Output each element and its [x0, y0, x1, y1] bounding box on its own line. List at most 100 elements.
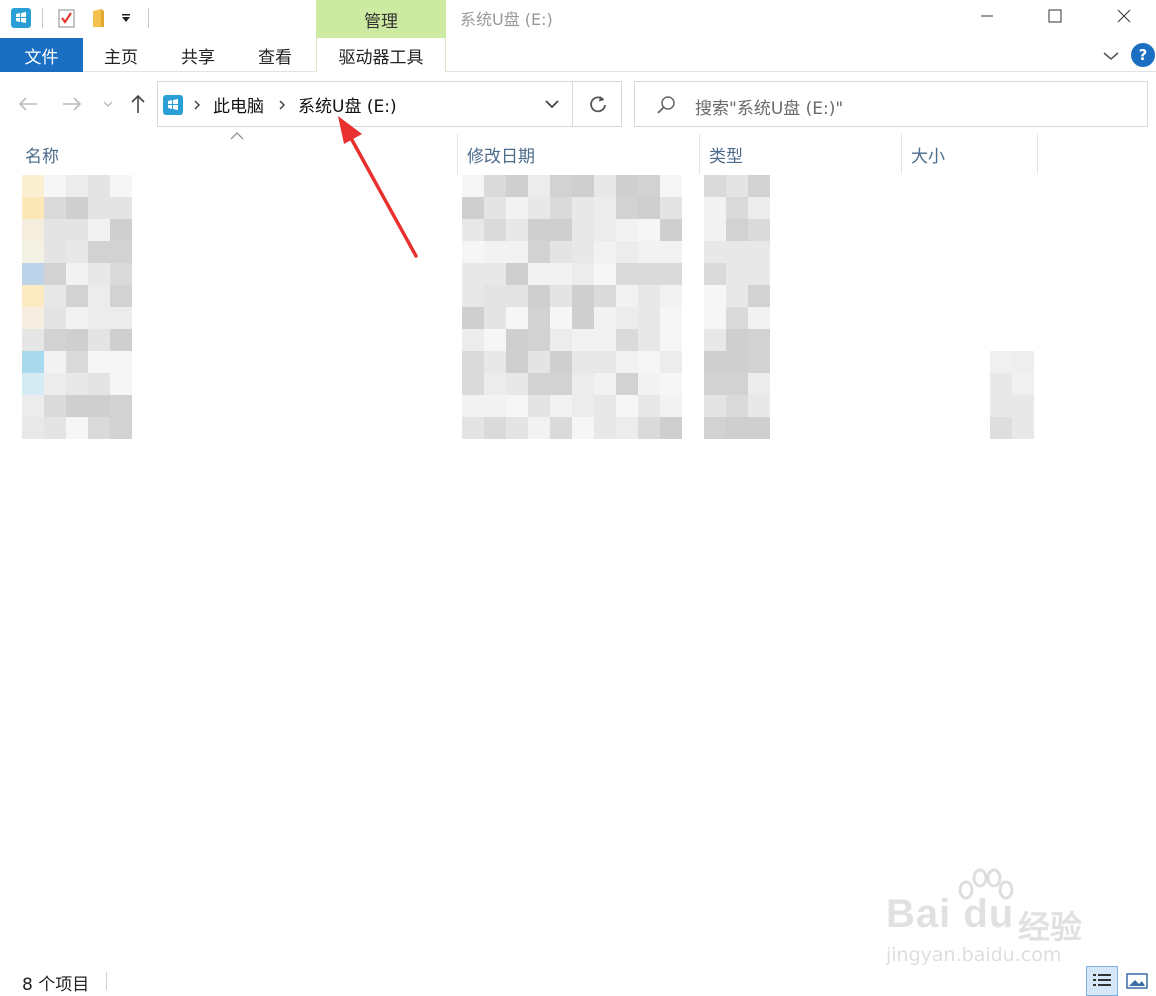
back-button[interactable] [10, 88, 46, 120]
column-divider[interactable] [1037, 134, 1038, 174]
tab-drive-tools[interactable]: 驱动器工具 [316, 38, 446, 72]
column-header-size[interactable]: 大小 [905, 134, 1037, 174]
properties-icon[interactable] [54, 4, 80, 32]
mosaic-cell [22, 417, 44, 439]
mosaic-cell [44, 219, 66, 241]
tab-home[interactable]: 主页 [86, 38, 156, 72]
mosaic-cell [550, 219, 572, 241]
large-icons-view-button[interactable] [1122, 966, 1152, 996]
tab-share[interactable]: 共享 [162, 38, 234, 72]
mosaic-cell [594, 175, 616, 197]
mosaic-cell [484, 197, 506, 219]
up-button[interactable] [122, 88, 154, 120]
mosaic-cell [748, 285, 770, 307]
mosaic-cell [528, 241, 550, 263]
watermark-product: 经验 [1018, 908, 1083, 946]
ribbon-tab-bar: 文件 主页 共享 查看 驱动器工具 ? [0, 38, 1156, 72]
mosaic-cell [110, 307, 132, 329]
breadcrumb-this-pc[interactable]: 此电脑 [213, 92, 264, 117]
details-view-button[interactable] [1086, 966, 1118, 996]
mosaic-cell [990, 351, 1012, 373]
breadcrumb-separator-icon[interactable] [193, 94, 201, 116]
column-divider[interactable] [699, 134, 700, 174]
expand-ribbon-button[interactable] [1098, 46, 1124, 66]
mosaic-cell [44, 175, 66, 197]
mosaic-cell [484, 373, 506, 395]
column-header-date-modified[interactable]: 修改日期 [461, 134, 699, 174]
mosaic-cell [22, 263, 44, 285]
mosaic-cell [88, 175, 110, 197]
search-input[interactable]: 搜索"系统U盘 (E:)" [634, 81, 1148, 127]
mosaic-cell [616, 219, 638, 241]
window-title: 系统U盘 (E:) [460, 10, 553, 29]
mosaic-cell [22, 351, 44, 373]
mosaic-cell [110, 373, 132, 395]
search-placeholder: 搜索"系统U盘 (E:)" [695, 99, 844, 119]
mosaic-cell [550, 417, 572, 439]
mosaic-cell [22, 373, 44, 395]
mosaic-cell [638, 351, 660, 373]
status-divider [106, 972, 107, 990]
manage-contextual-tab-header[interactable]: 管理 [316, 0, 446, 38]
recent-locations-icon [103, 101, 113, 107]
mosaic-cell [704, 241, 726, 263]
mosaic-cell [572, 241, 594, 263]
mosaic-cell [462, 373, 484, 395]
customize-toolbar-icon[interactable] [116, 4, 136, 32]
mosaic-cell [594, 417, 616, 439]
help-icon[interactable]: ? [1131, 43, 1155, 67]
column-divider[interactable] [457, 134, 458, 174]
minimize-button[interactable] [958, 0, 1016, 32]
mosaic-cell [638, 373, 660, 395]
mosaic-cell [506, 263, 528, 285]
mosaic-cell [484, 307, 506, 329]
maximize-button[interactable] [1026, 0, 1084, 32]
mosaic-cell [22, 329, 44, 351]
mosaic-cell [550, 263, 572, 285]
mosaic-cell [66, 417, 88, 439]
mosaic-cell [66, 395, 88, 417]
mosaic-cell [550, 197, 572, 219]
mosaic-cell [110, 175, 132, 197]
mosaic-cell [704, 307, 726, 329]
refresh-button[interactable] [573, 82, 622, 126]
mosaic-cell [88, 307, 110, 329]
mosaic-cell [726, 373, 748, 395]
column-divider[interactable] [901, 134, 902, 174]
tab-view[interactable]: 查看 [240, 38, 310, 72]
mosaic-cell [506, 417, 528, 439]
chevron-down-icon [1103, 52, 1119, 60]
mosaic-cell [22, 285, 44, 307]
tab-file[interactable]: 文件 [0, 38, 83, 72]
address-history-dropdown[interactable] [534, 82, 570, 126]
mosaic-cell [44, 285, 66, 307]
mosaic-cell [638, 241, 660, 263]
mosaic-cell [44, 373, 66, 395]
file-list[interactable] [0, 175, 1156, 445]
mosaic-cell [550, 351, 572, 373]
mosaic-cell [748, 175, 770, 197]
close-button[interactable] [1095, 0, 1153, 32]
mosaic-cell [550, 373, 572, 395]
mosaic-cell [44, 329, 66, 351]
mosaic-cell [22, 175, 44, 197]
mosaic-cell [726, 241, 748, 263]
mosaic-cell [638, 197, 660, 219]
mosaic-cell [726, 197, 748, 219]
mosaic-cell [704, 373, 726, 395]
mosaic-cell [704, 351, 726, 373]
mosaic-cell [704, 395, 726, 417]
breadcrumb-separator-icon[interactable] [278, 94, 286, 116]
mosaic-cell [704, 417, 726, 439]
mosaic-cell [88, 329, 110, 351]
mosaic-cell [748, 197, 770, 219]
new-folder-icon[interactable] [86, 4, 112, 32]
mosaic-cell [572, 175, 594, 197]
column-header-type[interactable]: 类型 [703, 134, 901, 174]
recent-locations-button[interactable] [96, 88, 120, 120]
usb-drive-icon[interactable] [8, 4, 34, 32]
forward-button[interactable] [54, 88, 90, 120]
item-count: 8 个项目 [22, 975, 90, 995]
mosaic-cell [594, 219, 616, 241]
mosaic-cell [660, 329, 682, 351]
